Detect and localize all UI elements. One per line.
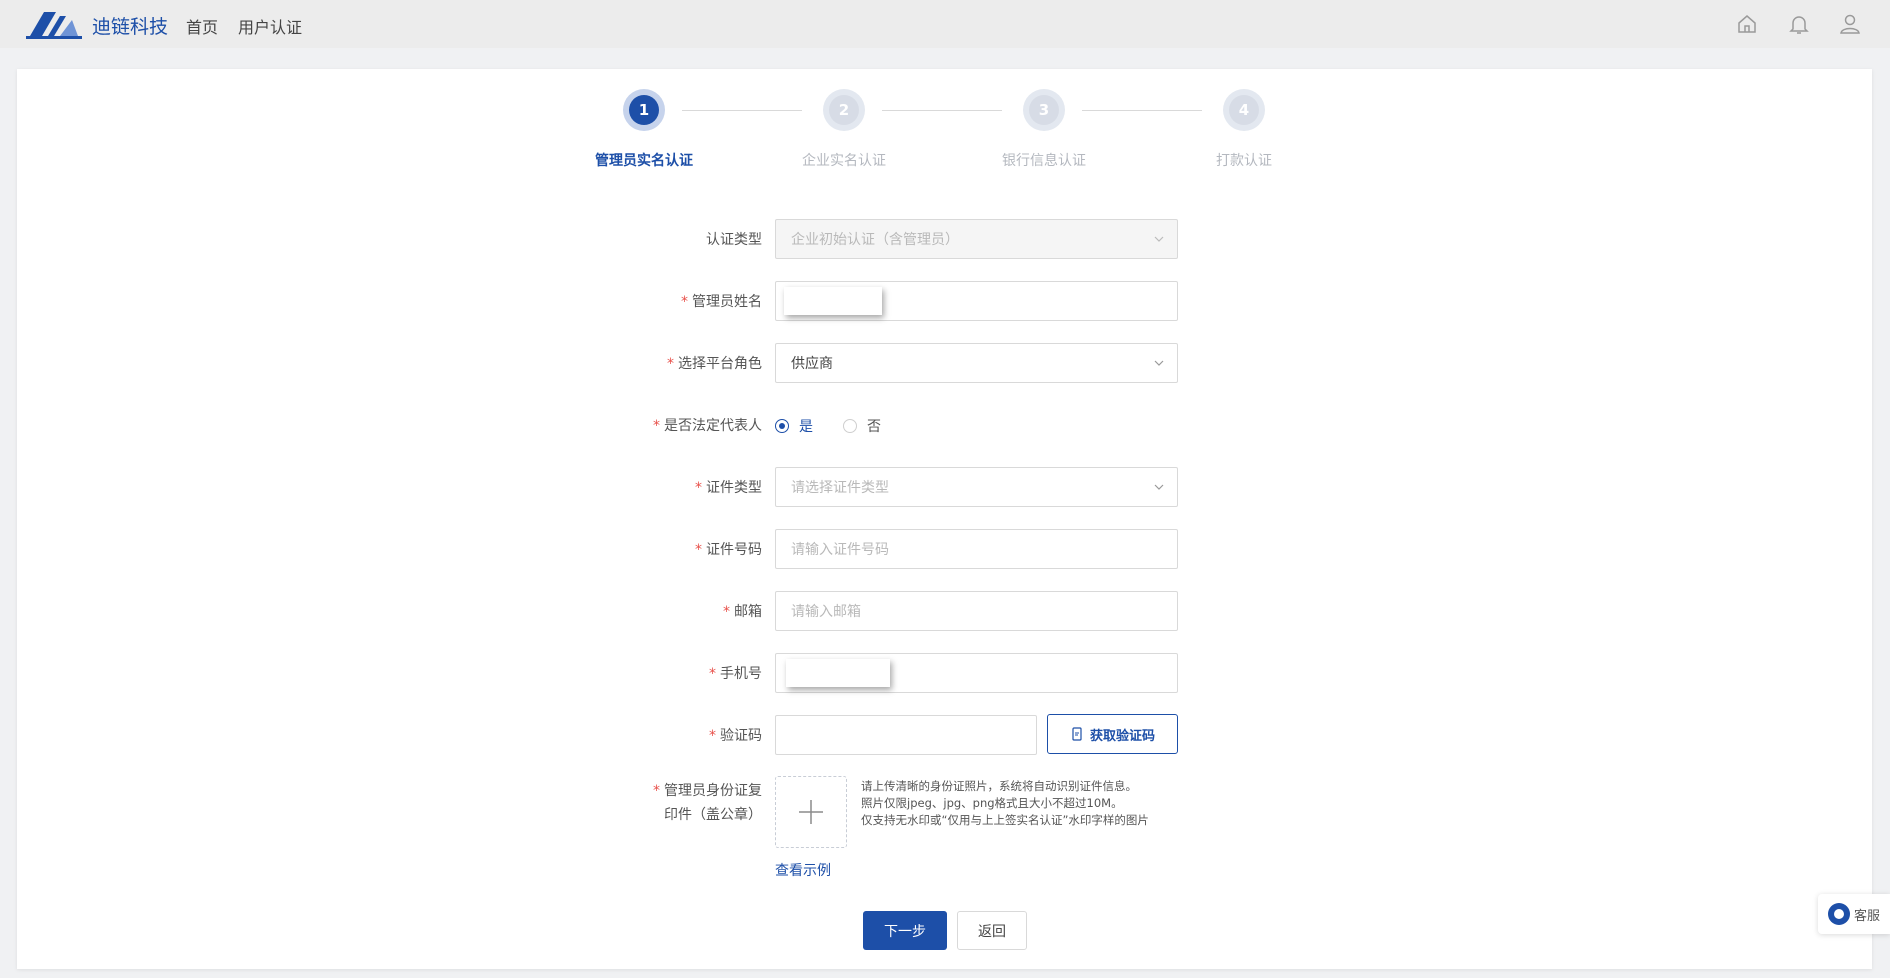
step-connector bbox=[682, 110, 802, 111]
next-step-button[interactable]: 下一步 bbox=[863, 911, 947, 950]
auth-type-value: 企业初始认证（含管理员） bbox=[791, 232, 959, 248]
admin-name-label: * 管理员姓名 bbox=[681, 294, 762, 310]
platform-role-label: * 选择平台角色 bbox=[667, 356, 762, 372]
customer-service-label: 客服 bbox=[1854, 908, 1881, 924]
chevron-down-icon bbox=[1154, 236, 1164, 242]
phone-input[interactable] bbox=[775, 653, 1178, 693]
verify-code-input[interactable] bbox=[775, 715, 1037, 755]
auth-type-label: 认证类型 bbox=[706, 232, 762, 248]
radio-dot bbox=[775, 419, 789, 433]
auth-type-select: 企业初始认证（含管理员） bbox=[775, 219, 1178, 259]
email-label: * 邮箱 bbox=[723, 604, 762, 620]
legal-rep-yes-radio[interactable]: 是 bbox=[775, 416, 813, 436]
upload-tip-line: 仅支持无水印或“仅用与上上签实名认证”水印字样的图片 bbox=[861, 813, 1149, 827]
get-code-label: 获取验证码 bbox=[1089, 728, 1155, 744]
verify-code-label: * 验证码 bbox=[709, 728, 762, 744]
id-number-placeholder: 请输入证件号码 bbox=[791, 542, 889, 558]
get-code-button[interactable]: 获取验证码 bbox=[1047, 714, 1178, 754]
id-copy-label: * 管理员身份证复 印件（盖公章） bbox=[653, 783, 762, 823]
customer-service-widget[interactable]: 客服 bbox=[1818, 894, 1890, 934]
headset-icon bbox=[1828, 903, 1850, 925]
nav-user-auth[interactable]: 用户认证 bbox=[238, 14, 302, 38]
step-1-label: 管理员实名认证 bbox=[595, 153, 693, 169]
radio-dot bbox=[843, 419, 857, 433]
phone-label: * 手机号 bbox=[709, 666, 762, 682]
step-2-label: 企业实名认证 bbox=[802, 153, 886, 169]
admin-name-input[interactable] bbox=[775, 281, 1178, 321]
legal-rep-no-radio[interactable]: 否 bbox=[843, 416, 881, 436]
step-3-circle: 3 bbox=[1023, 89, 1065, 131]
step-3-number: 3 bbox=[1029, 95, 1059, 125]
main-card bbox=[17, 69, 1872, 969]
phone-code-icon bbox=[1072, 727, 1082, 741]
bell-icon[interactable] bbox=[1787, 12, 1811, 36]
redacted-value bbox=[786, 659, 890, 687]
upload-tip-line: 请上传清晰的身份证照片，系统将自动识别证件信息。 bbox=[861, 779, 1137, 793]
step-4-number: 4 bbox=[1229, 95, 1259, 125]
email-placeholder: 请输入邮箱 bbox=[791, 604, 861, 620]
step-4-label: 打款认证 bbox=[1216, 153, 1272, 169]
id-type-select[interactable]: 请选择证件类型 bbox=[775, 467, 1178, 507]
back-button[interactable]: 返回 bbox=[957, 911, 1027, 950]
upload-tip-line: 照片仅限jpeg、jpg、png格式且大小不超过10M。 bbox=[861, 796, 1123, 810]
step-3-label: 银行信息认证 bbox=[1002, 153, 1086, 169]
redacted-value bbox=[784, 287, 882, 315]
step-2-circle: 2 bbox=[823, 89, 865, 131]
plus-icon bbox=[799, 800, 823, 824]
radio-label-yes: 是 bbox=[799, 419, 813, 435]
email-input[interactable]: 请输入邮箱 bbox=[775, 591, 1178, 631]
radio-label-no: 否 bbox=[867, 419, 881, 435]
nav-home[interactable]: 首页 bbox=[186, 14, 218, 38]
step-connector bbox=[1082, 110, 1202, 111]
id-number-input[interactable]: 请输入证件号码 bbox=[775, 529, 1178, 569]
legal-rep-label: * 是否法定代表人 bbox=[653, 418, 762, 434]
platform-role-value: 供应商 bbox=[791, 356, 833, 372]
view-example-link[interactable]: 查看示例 bbox=[775, 860, 831, 880]
step-2-number: 2 bbox=[829, 95, 859, 125]
id-type-label: * 证件类型 bbox=[695, 480, 762, 496]
brand-name[interactable]: 迪链科技 bbox=[92, 12, 168, 39]
home-icon[interactable] bbox=[1735, 12, 1759, 36]
id-copy-upload[interactable] bbox=[775, 776, 847, 848]
company-logo[interactable] bbox=[26, 8, 82, 40]
chevron-down-icon bbox=[1154, 484, 1164, 490]
top-navbar: 迪链科技 首页 用户认证 bbox=[0, 0, 1890, 48]
upload-tips: 请上传清晰的身份证照片，系统将自动识别证件信息。 照片仅限jpeg、jpg、pn… bbox=[861, 778, 1149, 829]
chevron-down-icon bbox=[1154, 360, 1164, 366]
step-1-number: 1 bbox=[629, 95, 659, 125]
step-connector bbox=[882, 110, 1002, 111]
platform-role-select[interactable]: 供应商 bbox=[775, 343, 1178, 383]
id-type-placeholder: 请选择证件类型 bbox=[791, 480, 889, 496]
user-icon[interactable] bbox=[1838, 12, 1862, 36]
step-1-circle: 1 bbox=[623, 89, 665, 131]
id-number-label: * 证件号码 bbox=[695, 542, 762, 558]
step-4-circle: 4 bbox=[1223, 89, 1265, 131]
